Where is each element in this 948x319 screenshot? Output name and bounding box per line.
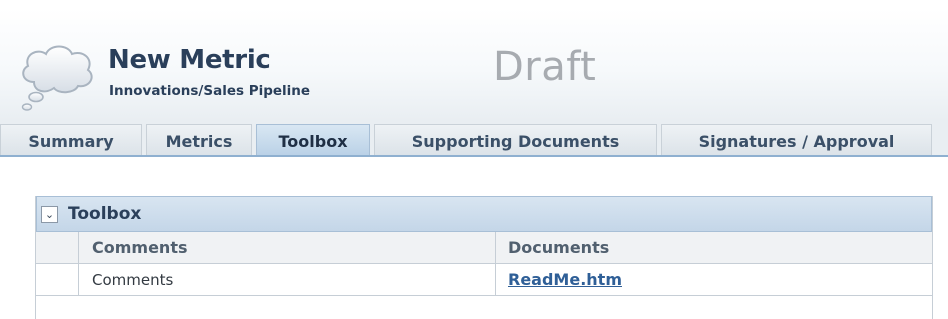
toolbox-panel-title: Toolbox bbox=[68, 204, 142, 224]
thought-bubble-icon bbox=[21, 45, 93, 111]
table-header-row: Comments Documents bbox=[36, 232, 932, 264]
comments-cell: Comments bbox=[92, 270, 174, 289]
chevron-down-icon[interactable]: ⌄ bbox=[41, 206, 58, 223]
row-selector-header bbox=[36, 232, 79, 263]
column-header-documents[interactable]: Documents bbox=[508, 232, 609, 263]
toolbox-panel-header: ⌄ Toolbox bbox=[36, 196, 932, 232]
document-link[interactable]: ReadMe.htm bbox=[508, 270, 622, 289]
page-header: New Metric Innovations/Sales Pipeline Dr… bbox=[0, 8, 948, 121]
row-selector[interactable] bbox=[36, 264, 79, 295]
table-footer bbox=[36, 296, 932, 312]
tab-metrics[interactable]: Metrics bbox=[146, 124, 252, 157]
tab-summary[interactable]: Summary bbox=[0, 124, 142, 157]
status-label: Draft bbox=[493, 44, 597, 90]
toolbox-panel: ⌄ Toolbox Comments Documents Comments Re… bbox=[35, 196, 933, 319]
table-row: Comments ReadMe.htm bbox=[36, 264, 932, 296]
documents-cell: ReadMe.htm bbox=[508, 264, 622, 295]
toolbox-table: Comments Documents Comments ReadMe.htm bbox=[36, 232, 932, 312]
column-divider bbox=[495, 232, 496, 263]
tab-bar: Summary Metrics Toolbox Supporting Docum… bbox=[0, 121, 948, 157]
tab-underline bbox=[0, 155, 948, 157]
column-divider bbox=[495, 264, 496, 295]
column-header-comments[interactable]: Comments bbox=[92, 232, 188, 263]
metric-breadcrumb: Innovations/Sales Pipeline bbox=[109, 83, 311, 99]
metric-title: New Metric bbox=[108, 45, 271, 75]
tab-toolbox[interactable]: Toolbox bbox=[256, 124, 370, 157]
tab-signatures-approval[interactable]: Signatures / Approval bbox=[661, 124, 932, 157]
tab-supporting-documents[interactable]: Supporting Documents bbox=[374, 124, 657, 157]
